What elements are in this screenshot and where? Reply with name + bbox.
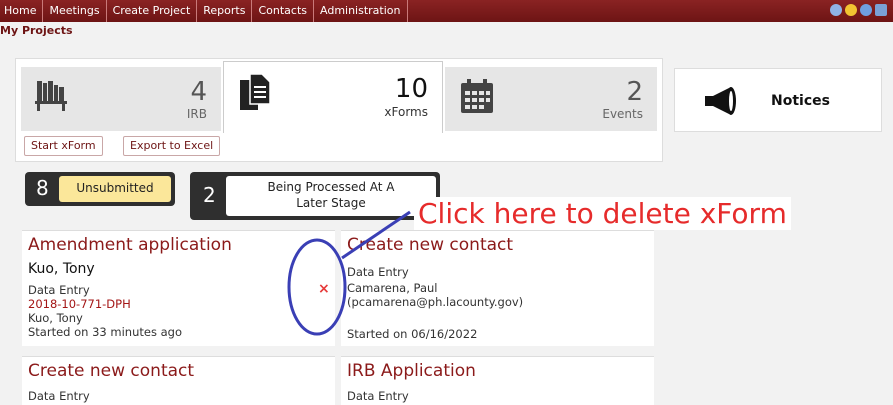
page-title: My Projects <box>0 24 73 37</box>
xform-card-irb-application[interactable]: IRB Application Data Entry <box>341 356 654 405</box>
card-title[interactable]: IRB Application <box>347 361 476 381</box>
top-icons <box>830 4 887 16</box>
unsubmitted-label: Unsubmitted <box>59 176 171 202</box>
stats-panel: 4 IRB 10 xForms 2 Events <box>15 58 663 162</box>
stat-irb-count: 4 <box>190 77 207 107</box>
nav-create-project[interactable]: Create Project <box>107 0 198 22</box>
stat-events-label: Events <box>602 107 643 121</box>
search-icon[interactable] <box>860 4 872 16</box>
stat-xforms-count: 10 <box>394 74 428 104</box>
smiley-icon[interactable] <box>845 4 857 16</box>
stat-irb-label: IRB <box>186 107 207 121</box>
card-started: Started on 06/16/2022 <box>347 327 478 341</box>
start-xform-button[interactable]: Start xForm <box>24 136 103 156</box>
card-person: Kuo, Tony <box>28 311 83 325</box>
delete-xform-icon[interactable]: × <box>318 281 330 297</box>
nav-home[interactable]: Home <box>0 0 44 22</box>
card-title[interactable]: Create new contact <box>347 235 513 255</box>
stat-xforms[interactable]: 10 xForms <box>223 61 443 133</box>
card-person: Camarena, Paul <box>347 281 438 295</box>
unsubmitted-pill[interactable]: 8 Unsubmitted <box>25 172 175 206</box>
megaphone-icon <box>705 87 736 115</box>
calendar-icon <box>461 79 493 113</box>
help-icon[interactable] <box>830 4 842 16</box>
top-nav-bar: Home Meetings Create Project Reports Con… <box>0 0 893 22</box>
card-owner: Kuo, Tony <box>28 261 95 277</box>
xform-card-create-contact[interactable]: Create new contact Data Entry Camarena, … <box>341 230 654 346</box>
notices-panel[interactable]: Notices <box>674 68 882 132</box>
processing-label-line1: Being Processed At A <box>267 180 395 194</box>
nav-meetings[interactable]: Meetings <box>43 0 107 22</box>
user-icon[interactable] <box>875 4 887 16</box>
nav-reports[interactable]: Reports <box>197 0 253 22</box>
nav-administration[interactable]: Administration <box>314 0 408 22</box>
notices-title: Notices <box>771 93 830 109</box>
card-email: (pcamarena@ph.lacounty.gov) <box>347 295 524 309</box>
card-title[interactable]: Amendment application <box>28 235 232 255</box>
stat-xforms-label: xForms <box>384 105 428 119</box>
processing-label-line2: Later Stage <box>296 196 366 210</box>
xform-card-create-contact-2[interactable]: Create new contact Data Entry <box>22 356 335 405</box>
annotation-text: Click here to delete xForm <box>414 197 791 230</box>
card-type: Data Entry <box>28 389 90 403</box>
card-type: Data Entry <box>347 389 409 403</box>
stat-events[interactable]: 2 Events <box>445 67 657 131</box>
documents-icon <box>240 74 271 110</box>
card-type: Data Entry <box>347 265 409 279</box>
stat-events-count: 2 <box>626 77 643 107</box>
card-title[interactable]: Create new contact <box>28 361 194 381</box>
processing-pill[interactable]: 2 Being Processed At A Later Stage <box>190 172 440 220</box>
card-type: Data Entry <box>28 283 90 297</box>
processing-count: 2 <box>203 183 216 207</box>
nav-contacts[interactable]: Contacts <box>252 0 314 22</box>
card-started: Started on 33 minutes ago <box>28 325 182 339</box>
unsubmitted-count: 8 <box>36 176 49 200</box>
stat-irb[interactable]: 4 IRB <box>21 67 221 131</box>
card-reference[interactable]: 2018-10-771-DPH <box>28 297 131 311</box>
xform-card-amendment[interactable]: Amendment application Kuo, Tony Data Ent… <box>22 230 335 346</box>
app-page: Home Meetings Create Project Reports Con… <box>0 0 893 405</box>
books-icon <box>35 81 67 111</box>
export-excel-button[interactable]: Export to Excel <box>123 136 221 156</box>
main-nav: Home Meetings Create Project Reports Con… <box>0 0 408 22</box>
processing-label: Being Processed At A Later Stage <box>226 176 436 216</box>
